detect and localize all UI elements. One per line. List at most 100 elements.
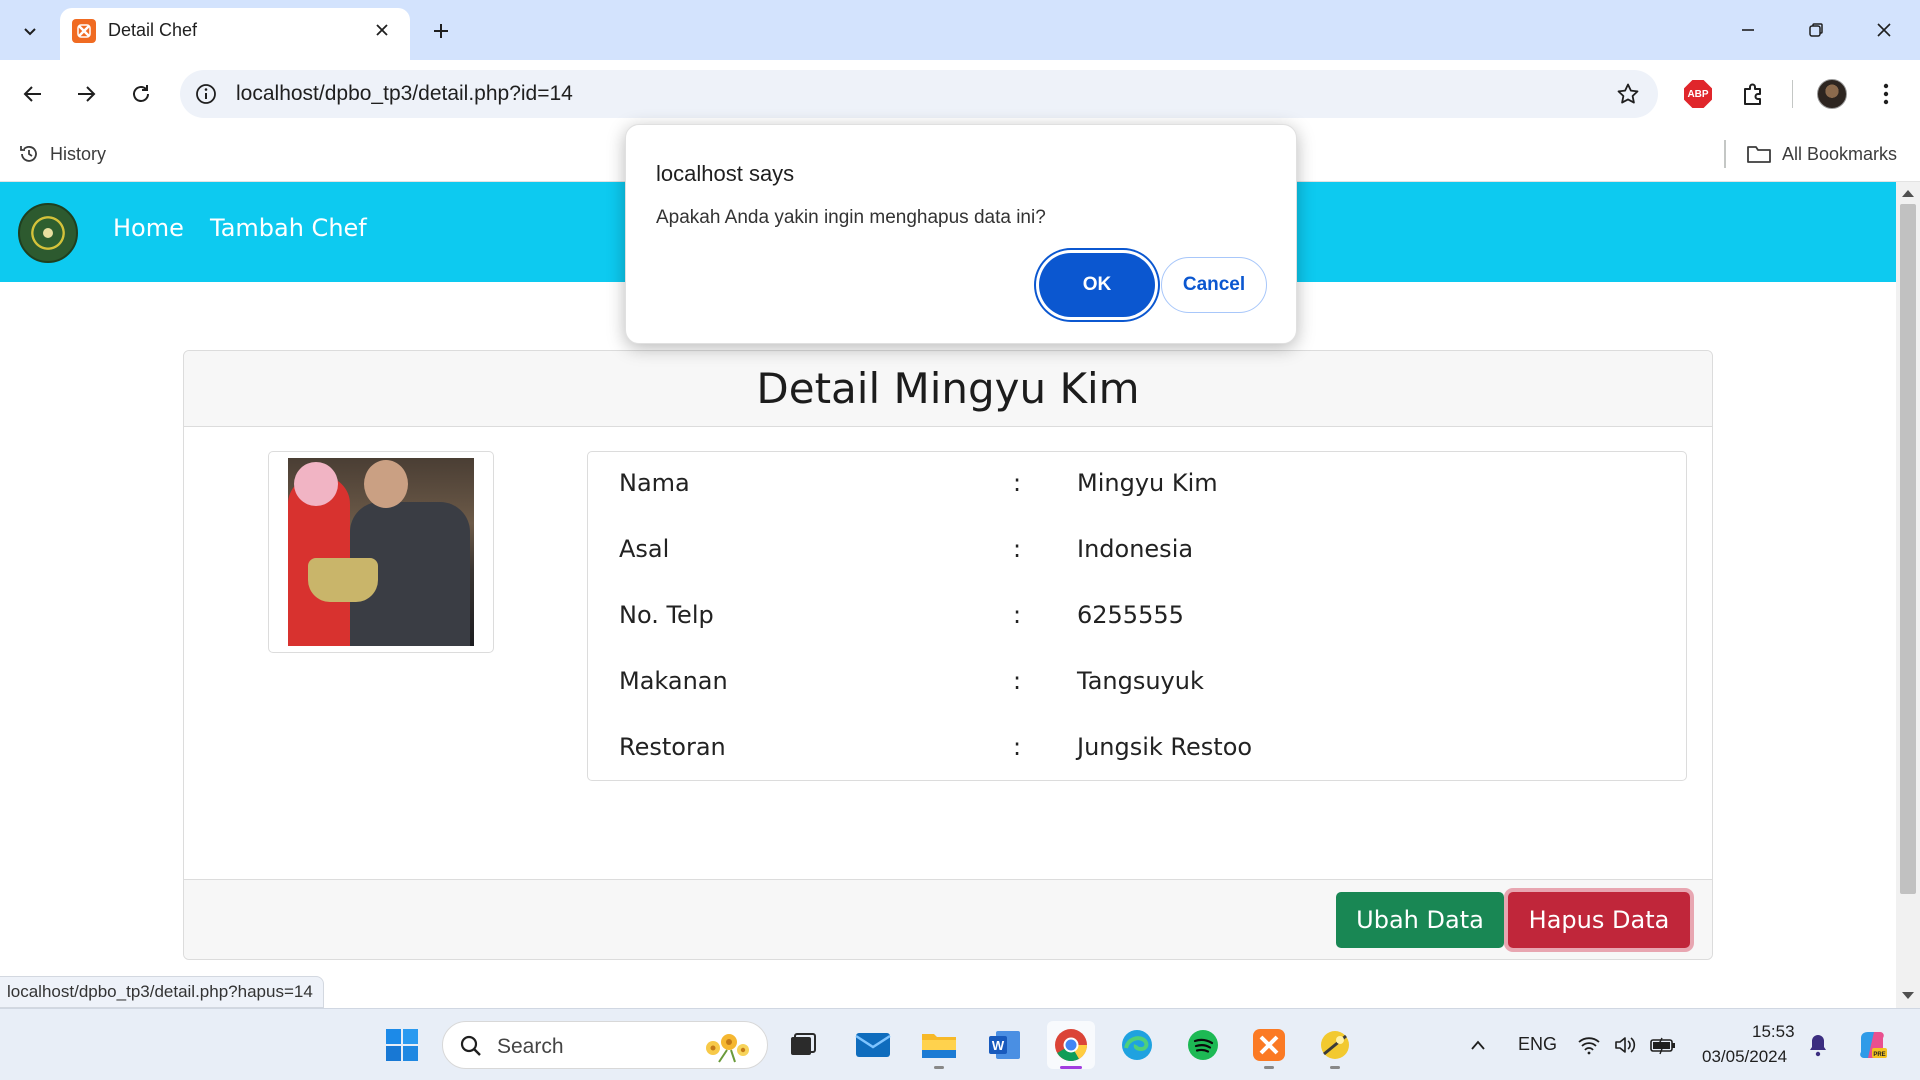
address-bar[interactable]: localhost/dpbo_tp3/detail.php?id=14 [180,70,1658,118]
scroll-up-arrow-icon[interactable] [1902,190,1914,197]
info-value: Jungsik Restoo [1077,733,1253,761]
card-footer: Ubah Data Hapus Data [184,879,1712,959]
nav-link-home[interactable]: Home [113,214,184,242]
spotify-app-icon[interactable] [1179,1021,1227,1069]
show-hidden-icons-chevron-icon[interactable] [1454,1021,1502,1069]
info-label: No. Telp [619,601,714,629]
confirm-dialog: localhost says Apakah Anda yakin ingin m… [625,124,1297,344]
forward-arrow-icon[interactable] [64,72,108,116]
site-logo[interactable] [18,203,78,263]
dialog-cancel-button[interactable]: Cancel [1161,257,1267,313]
card-header: Detail Mingyu Kim [184,351,1712,427]
file-explorer-icon[interactable] [915,1021,963,1069]
url-text[interactable]: localhost/dpbo_tp3/detail.php?id=14 [236,82,573,106]
bookmark-history-label: History [50,143,107,164]
info-colon: : [1013,667,1022,695]
reload-icon[interactable] [119,72,163,116]
dialog-title: localhost says [656,161,795,186]
xampp-favicon-icon [72,19,96,43]
bookmark-history[interactable]: History [18,138,106,170]
new-tab-plus-icon[interactable] [424,14,458,48]
info-label: Nama [619,469,690,497]
chef-photo [288,458,474,646]
restore-window-icon[interactable] [1794,10,1838,50]
search-icon [460,1035,481,1056]
delete-data-button[interactable]: Hapus Data [1508,892,1690,948]
info-colon: : [1013,469,1022,497]
info-value: Mingyu Kim [1077,469,1218,497]
info-label: Asal [619,535,670,563]
task-view-icon[interactable] [779,1021,827,1069]
close-window-icon[interactable] [1862,10,1906,50]
browser-tab-detail-chef[interactable]: Detail Chef [60,8,410,60]
scrollbar-thumb[interactable] [1900,204,1916,894]
scroll-down-arrow-icon[interactable] [1902,992,1914,999]
info-row-no-telp: No. Telp : 6255555 [588,601,1686,641]
extensions-puzzle-icon[interactable] [1733,74,1773,114]
info-label: Makanan [619,667,728,695]
toolbar-divider [1792,80,1793,108]
word-app-icon[interactable]: W [981,1021,1029,1069]
taskbar-search-box[interactable]: Search [442,1021,768,1069]
sticky-app-icon[interactable] [1311,1021,1359,1069]
notification-bell-icon[interactable] [1796,1021,1840,1069]
running-indicator [934,1066,944,1069]
minimize-window-icon[interactable] [1726,10,1770,50]
tab-close-icon[interactable] [368,16,396,44]
chef-photo-frame [268,451,494,653]
edit-data-button[interactable]: Ubah Data [1336,892,1504,948]
history-clock-icon [20,146,37,162]
copilot-icon[interactable]: PRE [1848,1021,1896,1069]
chef-info-table: Nama : Mingyu Kim Asal : Indonesia No. T… [587,451,1687,781]
info-value: Indonesia [1077,535,1194,563]
page-scrollbar[interactable] [1896,182,1920,1008]
info-row-asal: Asal : Indonesia [588,535,1686,575]
nav-link-tambah-chef[interactable]: Tambah Chef [210,214,367,242]
battery-charging-icon[interactable] [1642,1021,1684,1069]
browser-tab-bar: Detail Chef [0,0,1920,60]
info-value: 6255555 [1077,601,1184,629]
tab-title: Detail Chef [108,20,198,40]
adblock-plus-icon[interactable]: ABP [1678,74,1718,114]
site-info-icon[interactable] [192,80,220,108]
folder-icon [1747,146,1771,163]
volume-icon[interactable] [1604,1021,1646,1069]
windows-start-icon[interactable] [378,1021,426,1069]
browser-toolbar: localhost/dpbo_tp3/detail.php?id=14 ABP [0,60,1920,128]
dialog-message: Apakah Anda yakin ingin menghapus data i… [656,207,1046,228]
search-highlight-flowers-icon [706,1034,749,1063]
info-colon: : [1013,733,1022,761]
svg-text:PRE: PRE [1873,1052,1885,1058]
info-row-makanan: Makanan : Tangsuyuk [588,667,1686,707]
clock-date[interactable]: 03/05/2024 [1702,1047,1787,1067]
browser-menu-kebab-icon[interactable] [1866,74,1906,114]
dialog-ok-button[interactable]: OK [1039,253,1155,317]
xampp-app-icon[interactable] [1245,1021,1293,1069]
profile-avatar-icon[interactable] [1812,74,1852,114]
windows-taskbar: Search W ENG 15:53 03/05/2024 PRE [0,1008,1920,1080]
info-label: Restoran [619,733,726,761]
running-indicator [1330,1066,1340,1069]
svg-text:W: W [992,1038,1005,1053]
input-language[interactable]: ENG [1518,1034,1557,1055]
detail-card: Detail Mingyu Kim Nama : Mingyu Kim Asal… [183,350,1713,960]
info-row-nama: Nama : Mingyu Kim [588,469,1686,509]
bookmark-star-icon[interactable] [1614,80,1642,108]
page-title: Detail Mingyu Kim [756,364,1140,413]
chrome-app-icon[interactable] [1047,1021,1095,1069]
search-placeholder: Search [497,1035,564,1058]
info-colon: : [1013,535,1022,563]
clock-time[interactable]: 15:53 [1752,1022,1795,1042]
info-row-restoran: Restoran : Jungsik Restoo [588,733,1686,773]
tab-list-chevron-icon[interactable] [10,11,50,51]
edge-app-icon[interactable] [1113,1021,1161,1069]
running-indicator [1264,1066,1274,1069]
active-indicator [1060,1066,1082,1069]
all-bookmarks-button[interactable]: All Bookmarks [1746,138,1897,170]
info-value: Tangsuyuk [1077,667,1204,695]
back-arrow-icon[interactable] [11,72,55,116]
mail-app-icon[interactable] [849,1021,897,1069]
link-status-bubble: localhost/dpbo_tp3/detail.php?hapus=14 [0,976,324,1008]
bookmarks-separator [1724,140,1726,168]
all-bookmarks-label: All Bookmarks [1782,143,1898,164]
